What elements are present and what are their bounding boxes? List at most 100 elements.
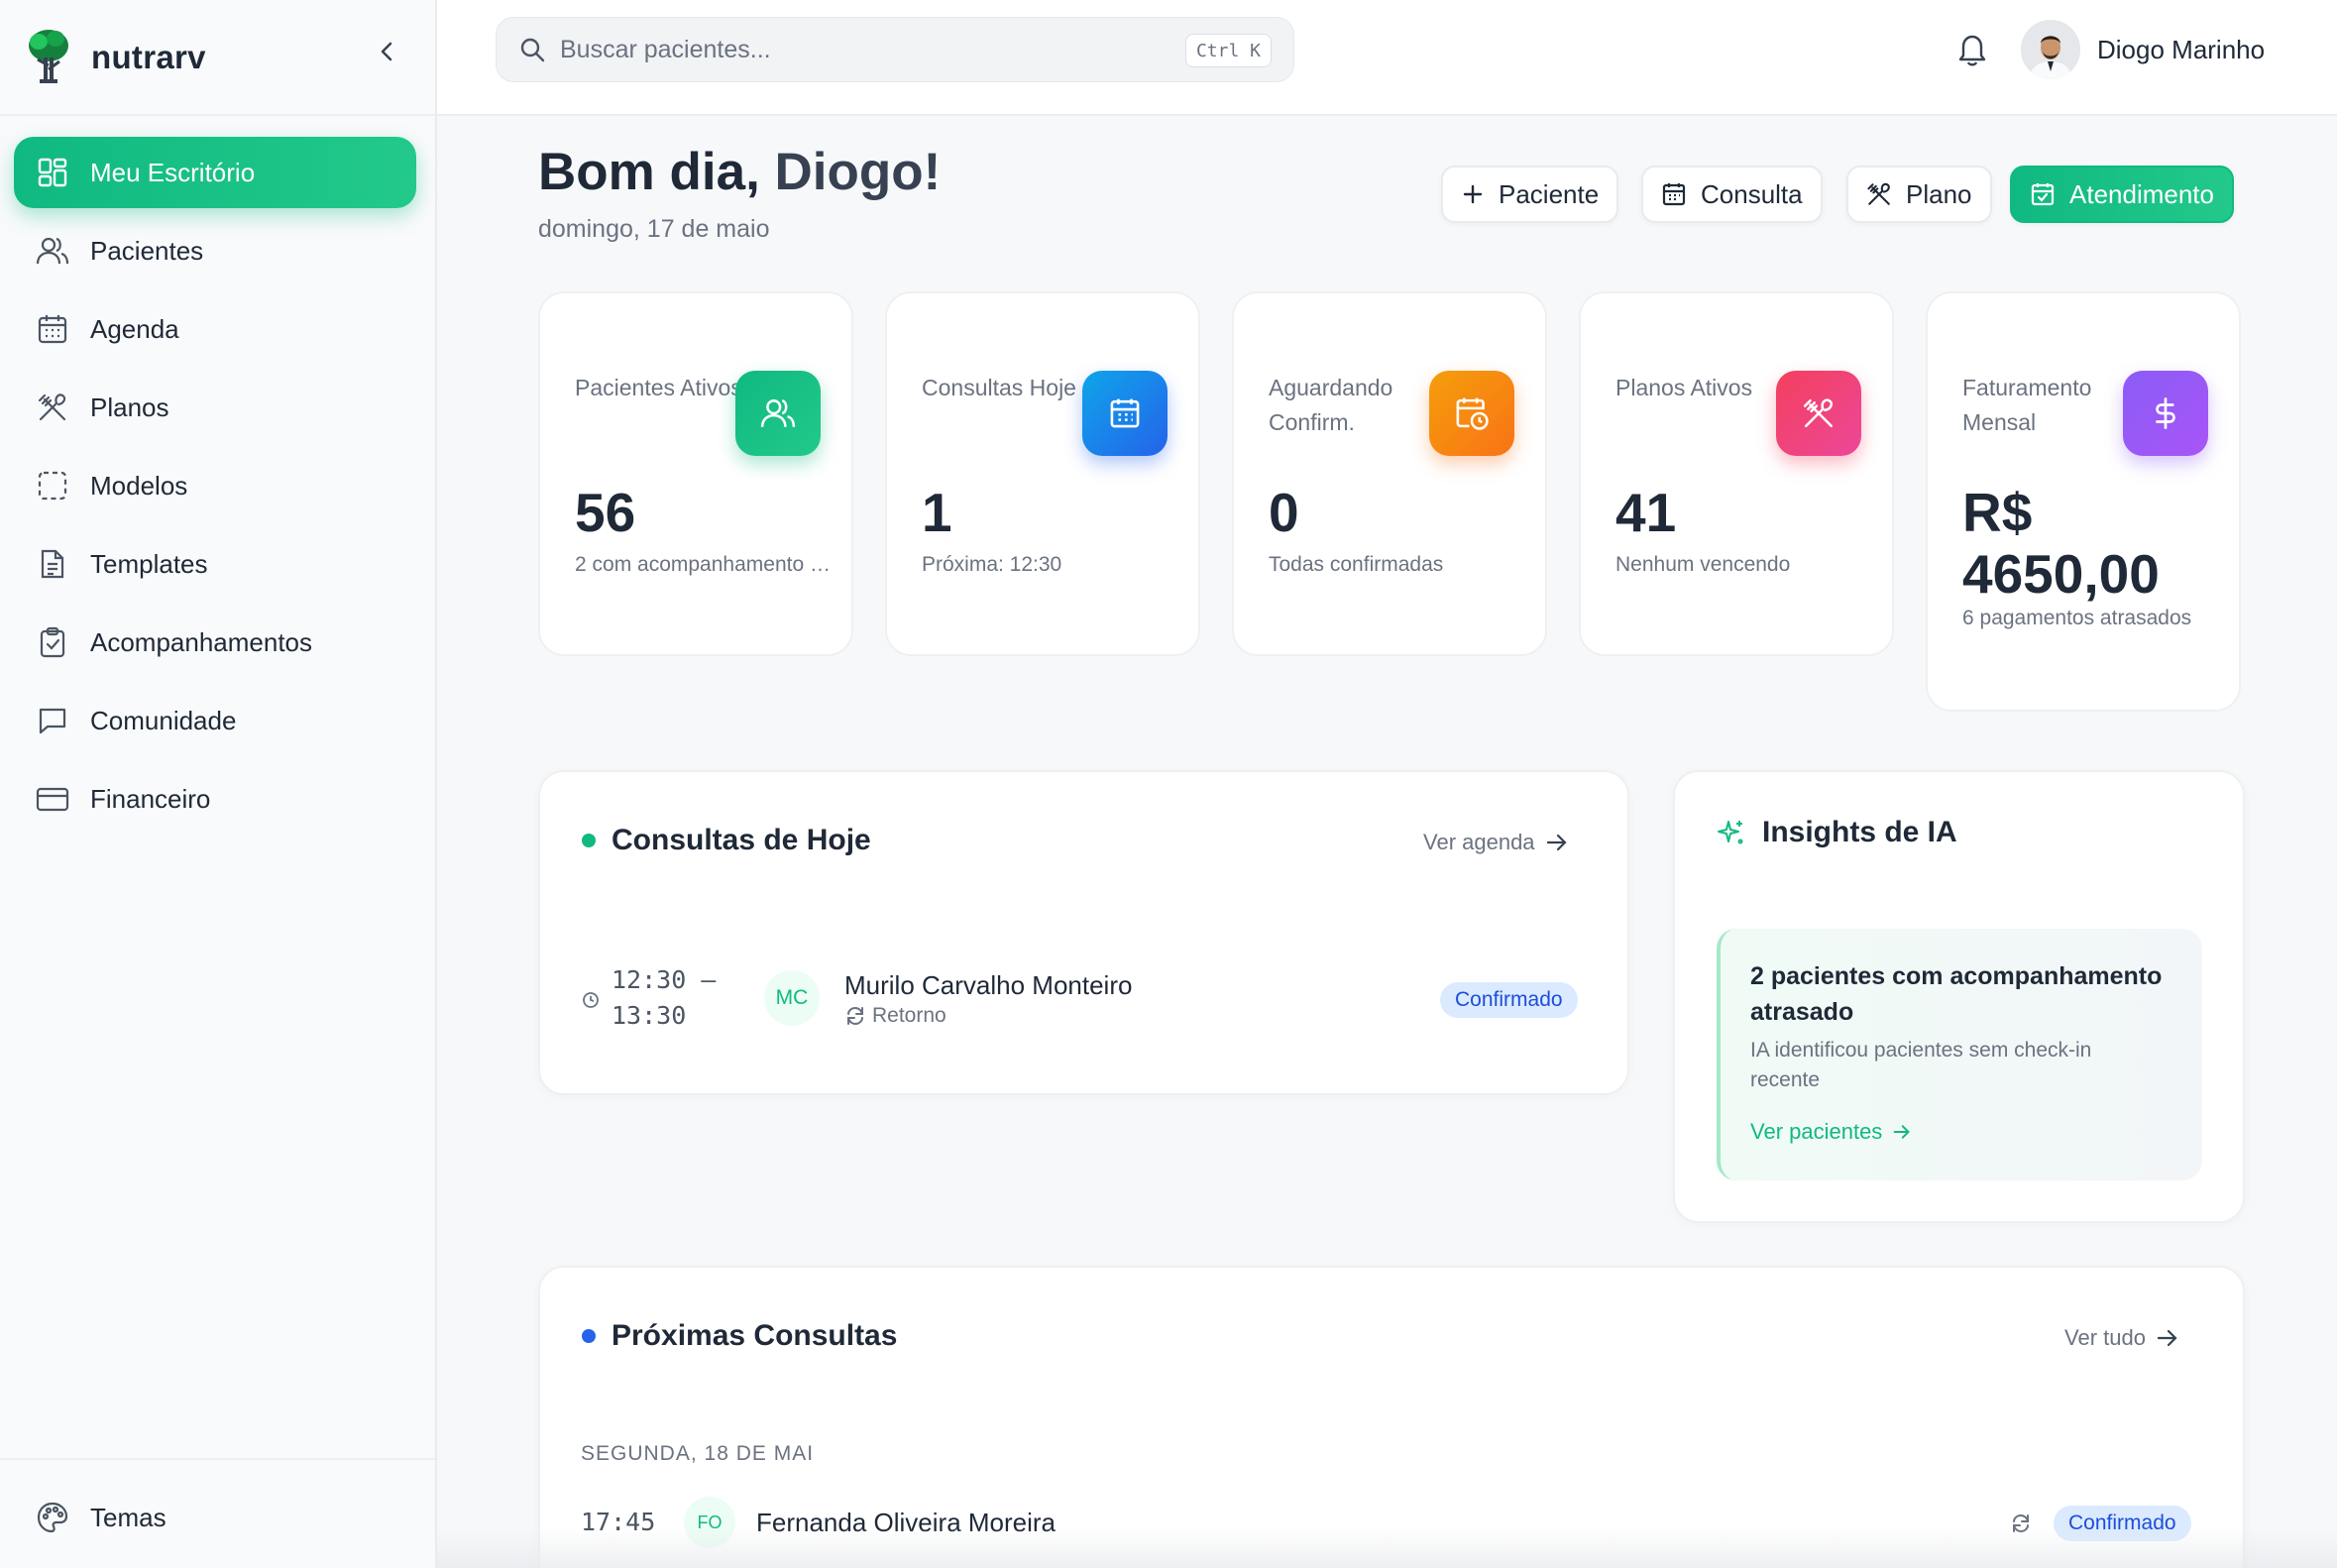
sidebar-item-meu-escritorio[interactable]: Meu Escritório — [14, 137, 416, 208]
sidebar-item-agenda[interactable]: Agenda — [14, 293, 416, 365]
credit-card-icon — [35, 781, 70, 817]
button-label: Consulta — [1701, 178, 1803, 209]
insight-item: 2 pacientes com acompanhamento atrasado … — [1717, 929, 2202, 1180]
card-title: Consultas de Hoje — [582, 824, 871, 857]
document-icon — [35, 546, 70, 582]
refresh-icon — [2010, 1512, 2032, 1534]
search-bar[interactable]: Ctrl K — [496, 17, 1294, 82]
greeting-title: Bom dia, Diogo! — [538, 142, 941, 202]
new-service-button[interactable]: Atendimento — [2010, 166, 2234, 223]
stat-card-consults-today[interactable]: Consultas Hoje 1 Próxima: 12:30 — [885, 291, 1200, 656]
plus-icon — [1461, 182, 1485, 206]
keyboard-shortcut-hint: Ctrl K — [1184, 34, 1272, 67]
stat-card-monthly-revenue[interactable]: Faturamento Mensal R$ 4650,00 6 pagament… — [1926, 291, 2241, 712]
insight-title: 2 pacientes com acompanhamento atrasado — [1750, 962, 2163, 1026]
dashboard-icon — [35, 155, 70, 190]
arrow-right-icon — [2157, 1329, 2177, 1347]
insights-title: Insights de IA — [1762, 816, 1957, 848]
greeting-name: Diogo! — [774, 143, 942, 201]
sidebar-item-planos[interactable]: Planos — [14, 372, 416, 443]
greeting-prefix: Bom dia, — [538, 143, 775, 201]
patient-name[interactable]: Murilo Carvalho Monteiro — [844, 970, 1132, 1001]
stat-value: 0 — [1269, 482, 1299, 543]
stat-value: 41 — [1615, 482, 1677, 543]
search-input[interactable] — [560, 35, 1155, 64]
app-name: nutrarv — [91, 38, 206, 75]
arrow-right-icon — [1546, 834, 1567, 851]
notifications-bell-icon[interactable] — [1955, 32, 1989, 67]
stat-card-awaiting-confirmation[interactable]: Aguardando Confirm. 0 Todas confirmadas — [1232, 291, 1547, 656]
status-badge: Confirmado — [1440, 982, 1578, 1018]
appointment-type: Retorno — [844, 1004, 946, 1028]
stat-title: Aguardando Confirm. — [1269, 375, 1393, 435]
stat-subtext: Todas confirmadas — [1269, 553, 1444, 576]
calendar-clock-icon — [1429, 371, 1514, 456]
sidebar-nav: Meu Escritório Pacientes Agenda Planos M… — [14, 137, 416, 841]
see-agenda-link[interactable]: Ver agenda — [1423, 830, 1569, 855]
arrow-right-icon — [1893, 1125, 1911, 1139]
upcoming-title: Próximas Consultas — [612, 1319, 898, 1352]
sidebar-item-label: Templates — [90, 548, 208, 579]
sidebar-item-financeiro[interactable]: Financeiro — [14, 763, 416, 835]
stat-subtext: Nenhum vencendo — [1615, 553, 1791, 576]
top-header: Ctrl K Diogo Marinho — [437, 0, 2337, 116]
stat-subtext: 6 pagamentos atrasados — [1962, 607, 2192, 629]
sidebar-item-modelos[interactable]: Modelos — [14, 450, 416, 521]
clipboard-check-icon — [35, 624, 70, 660]
appointment-time: 17:45 — [581, 1508, 656, 1536]
stat-card-active-patients[interactable]: Pacientes Ativos 56 2 com acompanhamento… — [538, 291, 853, 656]
stat-title: Faturamento Mensal — [1962, 375, 2092, 435]
patient-name[interactable]: Fernanda Oliveira Moreira — [756, 1508, 1056, 1538]
sidebar-item-label: Meu Escritório — [90, 157, 256, 187]
sidebar-item-pacientes[interactable]: Pacientes — [14, 215, 416, 286]
refresh-icon — [847, 1006, 863, 1026]
brand: nutrarv — [0, 0, 435, 116]
appointment-type-label: Retorno — [872, 1004, 946, 1027]
calendar-icon — [35, 311, 70, 347]
current-date: domingo, 17 de maio — [538, 215, 770, 243]
stat-card-active-plans[interactable]: Planos Ativos 41 Nenhum vencendo — [1579, 291, 1894, 656]
calendar-icon — [1082, 371, 1168, 456]
link-label: Ver agenda — [1423, 830, 1535, 854]
sidebar-item-templates[interactable]: Templates — [14, 528, 416, 600]
users-icon — [35, 233, 70, 269]
status-dot — [582, 834, 596, 847]
status-dot — [582, 1329, 596, 1343]
clock-icon — [582, 991, 600, 1009]
stat-value: 1 — [922, 482, 952, 543]
tree-logo-icon — [26, 28, 71, 87]
stat-title: Planos Ativos — [1615, 375, 1753, 400]
user-avatar[interactable] — [2021, 20, 2080, 79]
stat-subtext: Próxima: 12:30 — [922, 553, 1062, 576]
sidebar-item-acompanhamentos[interactable]: Acompanhamentos — [14, 607, 416, 678]
calendar-check-icon — [2030, 181, 2056, 207]
sidebar-item-temas[interactable]: Temas — [14, 1482, 416, 1553]
new-plan-button[interactable]: Plano — [1846, 166, 1992, 223]
new-consult-button[interactable]: Consulta — [1641, 166, 1823, 223]
see-all-link[interactable]: Ver tudo — [2064, 1325, 2179, 1351]
stat-title: Pacientes Ativos — [575, 375, 742, 400]
chat-icon — [35, 703, 70, 738]
users-icon — [735, 371, 821, 456]
utensils-icon — [1776, 371, 1861, 456]
link-label: Ver tudo — [2064, 1325, 2146, 1350]
sidebar-item-label: Planos — [90, 392, 169, 422]
stat-title: Consultas Hoje — [922, 375, 1076, 400]
collapse-sidebar-button[interactable] — [369, 34, 404, 69]
status-badge: Confirmado — [2054, 1506, 2191, 1541]
sidebar-item-label: Pacientes — [90, 235, 204, 266]
card-title: Próximas Consultas — [582, 1319, 897, 1353]
sidebar-item-label: Comunidade — [90, 705, 237, 735]
see-patients-link[interactable]: Ver pacientes — [1750, 1119, 1912, 1145]
sidebar-item-comunidade[interactable]: Comunidade — [14, 685, 416, 756]
new-patient-button[interactable]: Paciente — [1441, 166, 1619, 223]
utensils-icon — [35, 390, 70, 425]
user-name[interactable]: Diogo Marinho — [2097, 35, 2265, 65]
sidebar-item-label: Financeiro — [90, 783, 211, 814]
sidebar-bottom: Temas — [0, 1458, 435, 1568]
appointment-time-start: 12:30 – — [612, 965, 717, 994]
dollar-icon — [2123, 371, 2208, 456]
sidebar-item-label: Acompanhamentos — [90, 626, 313, 657]
palette-icon — [35, 1500, 70, 1535]
sparkles-icon — [1718, 821, 1743, 844]
